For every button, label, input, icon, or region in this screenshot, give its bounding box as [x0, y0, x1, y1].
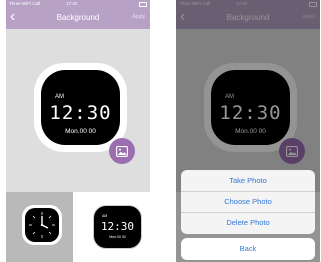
clock-style-strip: AM 12:30 Mon.00 00 — [6, 192, 150, 262]
clock-time: 12:30 — [49, 102, 112, 124]
apply-button[interactable]: Apply — [132, 14, 145, 20]
phone-screen-background-editor: Three WiFi Call 17:42 ‹ Background Apply… — [6, 0, 150, 262]
battery-icon — [139, 1, 147, 7]
thumb-time: 12:30 — [100, 220, 135, 233]
delete-photo-option[interactable]: Delete Photo — [181, 212, 315, 233]
digital-clock-thumbnail: AM 12:30 Mon.00 00 — [93, 205, 142, 249]
take-photo-option[interactable]: Take Photo — [181, 170, 315, 192]
analog-clock-icon — [22, 205, 62, 245]
clock-hands-icon — [29, 212, 55, 238]
status-bar: Three WiFi Call 17:42 — [6, 0, 150, 7]
thumb-ampm: AM — [102, 214, 108, 218]
choose-photo-option[interactable]: Choose Photo — [181, 191, 315, 213]
carrier-label: Three WiFi Call — [9, 0, 41, 6]
clock-ampm: AM — [55, 94, 64, 100]
change-photo-button[interactable] — [109, 138, 135, 164]
image-icon — [116, 145, 128, 157]
thumbnail-analog-clock[interactable] — [6, 192, 73, 262]
photo-action-sheet: Take Photo Choose Photo Delete Photo — [181, 170, 315, 234]
thumb-date: Mon.00 00 — [109, 235, 126, 239]
nav-bar: ‹ Background Apply — [6, 7, 150, 29]
phone-screen-action-sheet: Three WiFi Call 17:42 ‹ Background Apply… — [176, 0, 320, 262]
clock-display: AM 12:30 Mon.00 00 — [41, 70, 120, 145]
thumbnail-digital-clock[interactable]: AM 12:30 Mon.00 00 — [83, 192, 150, 262]
clock-date: Mon.00 00 — [65, 128, 96, 135]
status-time: 17:42 — [66, 0, 78, 6]
clock-preview: AM 12:30 Mon.00 00 — [34, 63, 127, 152]
back-button[interactable]: Back — [181, 238, 315, 260]
page-title: Background — [56, 13, 100, 22]
